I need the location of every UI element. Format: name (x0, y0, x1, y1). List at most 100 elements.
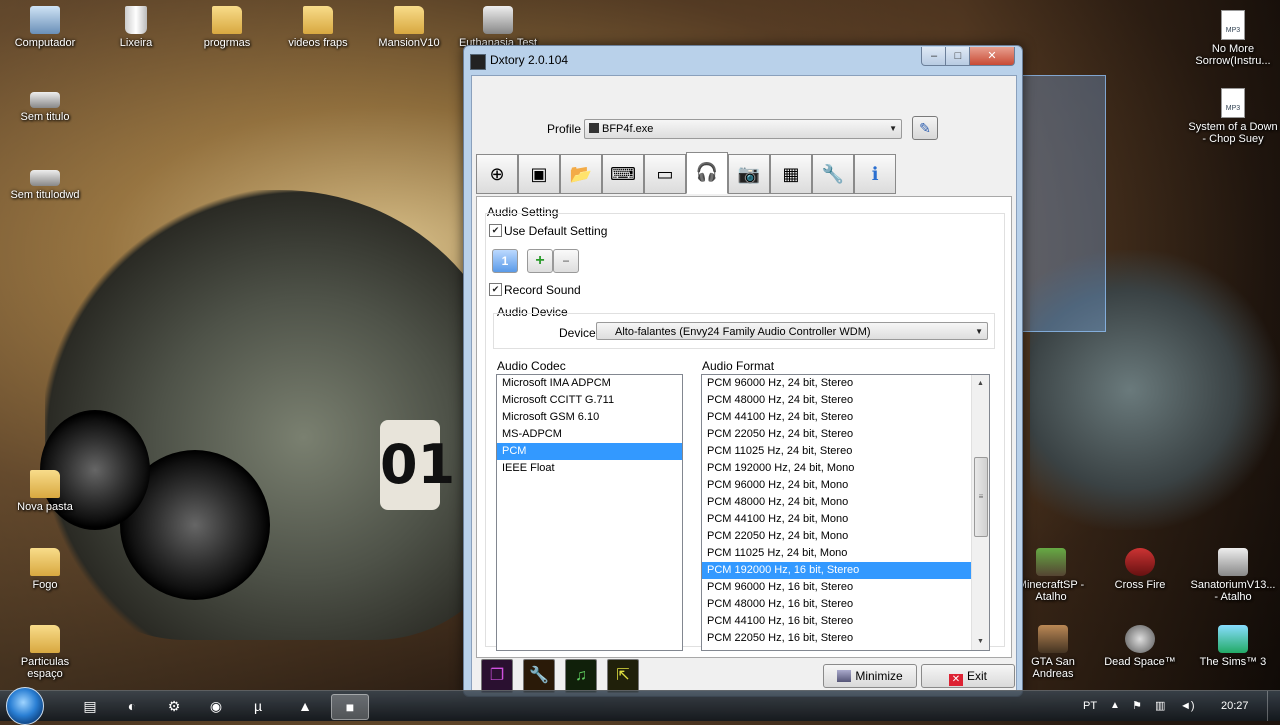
desktop-icon-fogo[interactable]: Fogo (2, 548, 88, 591)
desktop-icon-euthanasia[interactable]: Euthanasia Test (455, 6, 541, 48)
tab-audio[interactable]: 🎧 (686, 152, 728, 194)
taskbar-explorer[interactable]: ▤ (72, 694, 108, 718)
desktop-icon-cross-fire[interactable]: Cross Fire (1097, 548, 1183, 591)
title-bar[interactable]: Dxtory 2.0.104 – □ ✕ (464, 46, 1022, 74)
window-maximize-button[interactable]: □ (945, 47, 971, 66)
clock[interactable]: 20:27 (1221, 691, 1249, 721)
format-item[interactable]: PCM 48000 Hz, 16 bit, Stereo (702, 596, 971, 613)
language-indicator[interactable]: PT (1083, 691, 1097, 721)
remove-stream-button[interactable]: − (553, 249, 579, 273)
desktop-icon-videos-fraps[interactable]: videos fraps (275, 6, 361, 49)
tab-target[interactable]: ⊕ (476, 154, 518, 194)
codec-item[interactable]: Microsoft IMA ADPCM (497, 375, 682, 392)
bottom-tool-button[interactable]: 🔧 (523, 659, 555, 693)
record-sound-checkbox[interactable]: ✔ (489, 283, 502, 296)
format-item[interactable]: PCM 192000 Hz, 24 bit, Mono (702, 460, 971, 477)
format-items: PCM 96000 Hz, 24 bit, Stereo PCM 48000 H… (702, 375, 971, 647)
codec-item[interactable]: MS-ADPCM (497, 426, 682, 443)
taskbar-steam[interactable]: ⚙ (156, 694, 192, 718)
desktop-icon-sem-titulodwd[interactable]: Sem titulodwd (2, 170, 88, 201)
desktop-icon-particulas[interactable]: Particulas espaço (2, 625, 88, 680)
edit-profile-button[interactable]: ✎ (912, 116, 938, 140)
format-item-selected[interactable]: PCM 192000 Hz, 16 bit, Stereo (702, 562, 971, 579)
format-item[interactable]: PCM 22050 Hz, 24 bit, Mono (702, 528, 971, 545)
profile-select[interactable]: BFP4f.exe ▼ (584, 119, 902, 139)
format-item[interactable]: PCM 44100 Hz, 24 bit, Mono (702, 511, 971, 528)
format-item[interactable]: PCM 22050 Hz, 24 bit, Stereo (702, 426, 971, 443)
window-minimize-button[interactable]: – (921, 47, 947, 66)
tab-movie[interactable]: ▭ (644, 154, 686, 194)
exit-button[interactable]: ✕ Exit (921, 664, 1015, 688)
format-scrollbar[interactable]: ▲ ≡ ▼ (971, 375, 989, 650)
desktop-icon-progrmas[interactable]: progrmas (184, 6, 270, 49)
tab-hotkey[interactable]: ⌨ (602, 154, 644, 194)
format-item[interactable]: PCM 96000 Hz, 24 bit, Stereo (702, 375, 971, 392)
format-item[interactable]: PCM 44100 Hz, 24 bit, Stereo (702, 409, 971, 426)
shortcut-icon (30, 170, 60, 186)
tray-volume-icon[interactable]: ◄) (1180, 691, 1195, 721)
audio-format-list[interactable]: PCM 96000 Hz, 24 bit, Stereo PCM 48000 H… (701, 374, 990, 651)
exe-icon (589, 123, 599, 133)
scroll-up-arrow-icon[interactable]: ▲ (972, 375, 989, 392)
desktop-icon-dead-space[interactable]: Dead Space™ (1097, 625, 1183, 668)
desktop-icon-sem-titulo[interactable]: Sem titulo (2, 92, 88, 123)
minecraft-icon (1036, 548, 1066, 576)
desktop-icon-no-more-sorrow[interactable]: MP3 No More Sorrow(Instru... (1188, 10, 1278, 67)
tab-info[interactable]: ℹ (854, 154, 896, 194)
audio-codec-list[interactable]: Microsoft IMA ADPCM Microsoft CCITT G.71… (496, 374, 683, 651)
taskbar-utorrent[interactable]: µ (240, 694, 276, 718)
tab-tools[interactable]: 🔧 (812, 154, 854, 194)
taskbar-chrome[interactable]: ◉ (198, 694, 234, 718)
chip-icon: ▦ (782, 164, 800, 184)
wrench-icon: 🔧 (529, 667, 549, 684)
codec-item[interactable]: IEEE Float (497, 460, 682, 477)
format-item[interactable]: PCM 96000 Hz, 16 bit, Stereo (702, 579, 971, 596)
start-button[interactable] (6, 687, 44, 725)
format-item[interactable]: PCM 11025 Hz, 24 bit, Stereo (702, 443, 971, 460)
desktop-icon-lixeira[interactable]: Lixeira (93, 6, 179, 49)
plus-icon: + (535, 252, 545, 269)
bottom-export-button[interactable]: ⇱ (607, 659, 639, 693)
window-close-button[interactable]: ✕ (969, 47, 1015, 66)
use-default-label: Use Default Setting (504, 224, 608, 238)
tab-screenshot[interactable]: 📷 (728, 154, 770, 194)
scroll-down-arrow-icon[interactable]: ▼ (972, 633, 989, 650)
tab-folder[interactable]: 📂 (560, 154, 602, 194)
desktop-icon-chop-suey[interactable]: MP3 System of a Down - Chop Suey (1188, 88, 1278, 145)
format-item[interactable]: PCM 48000 Hz, 24 bit, Stereo (702, 392, 971, 409)
format-item[interactable]: PCM 22050 Hz, 16 bit, Stereo (702, 630, 971, 647)
tray-network-icon[interactable]: ▥ (1155, 691, 1165, 721)
device-select[interactable]: Alto-falantes (Envy24 Family Audio Contr… (596, 322, 988, 340)
audio-stream-1-button[interactable]: 1 (492, 249, 518, 273)
bottom-windows-button[interactable]: ❐ (481, 659, 513, 693)
show-desktop-button[interactable] (1267, 691, 1280, 721)
desktop-icon-sanatorium[interactable]: SanatoriumV13... - Atalho (1188, 548, 1278, 603)
desktop-icon-mansionv10[interactable]: MansionV10 (366, 6, 452, 49)
crosshair-icon: ⊕ (489, 164, 505, 184)
tab-advanced[interactable]: ▦ (770, 154, 812, 194)
taskbar-app[interactable]: ▲ (287, 694, 323, 718)
codec-item-selected[interactable]: PCM (497, 443, 682, 460)
desktop-icon-nova-pasta[interactable]: Nova pasta (2, 470, 88, 513)
tray-flag-icon[interactable]: ⚑ (1132, 691, 1142, 721)
format-item[interactable]: PCM 96000 Hz, 24 bit, Mono (702, 477, 971, 494)
scroll-thumb[interactable]: ≡ (974, 457, 988, 537)
add-stream-button[interactable]: + (527, 249, 553, 273)
tray-arrow-icon[interactable]: ▲ (1110, 691, 1120, 721)
desktop-icon-computador[interactable]: Computador (2, 6, 88, 49)
use-default-checkbox[interactable]: ✔ (489, 224, 502, 237)
desktop-icon-sims3[interactable]: The Sims™ 3 (1188, 625, 1278, 668)
codec-item[interactable]: Microsoft GSM 6.10 (497, 409, 682, 426)
app-icon (483, 6, 513, 34)
minimize-button[interactable]: Minimize (823, 664, 917, 688)
format-item[interactable]: PCM 48000 Hz, 24 bit, Mono (702, 494, 971, 511)
taskbar-media[interactable]: ◐ (114, 694, 150, 718)
format-item[interactable]: PCM 44100 Hz, 16 bit, Stereo (702, 613, 971, 630)
taskbar-dxtory[interactable]: ■ (331, 694, 369, 720)
mp3-icon: MP3 (1221, 10, 1245, 40)
tab-screen[interactable]: ▣ (518, 154, 560, 194)
device-value: Alto-falantes (Envy24 Family Audio Contr… (615, 326, 871, 338)
bottom-monitor-button[interactable]: ♫ (565, 659, 597, 693)
format-item[interactable]: PCM 11025 Hz, 24 bit, Mono (702, 545, 971, 562)
codec-item[interactable]: Microsoft CCITT G.711 (497, 392, 682, 409)
